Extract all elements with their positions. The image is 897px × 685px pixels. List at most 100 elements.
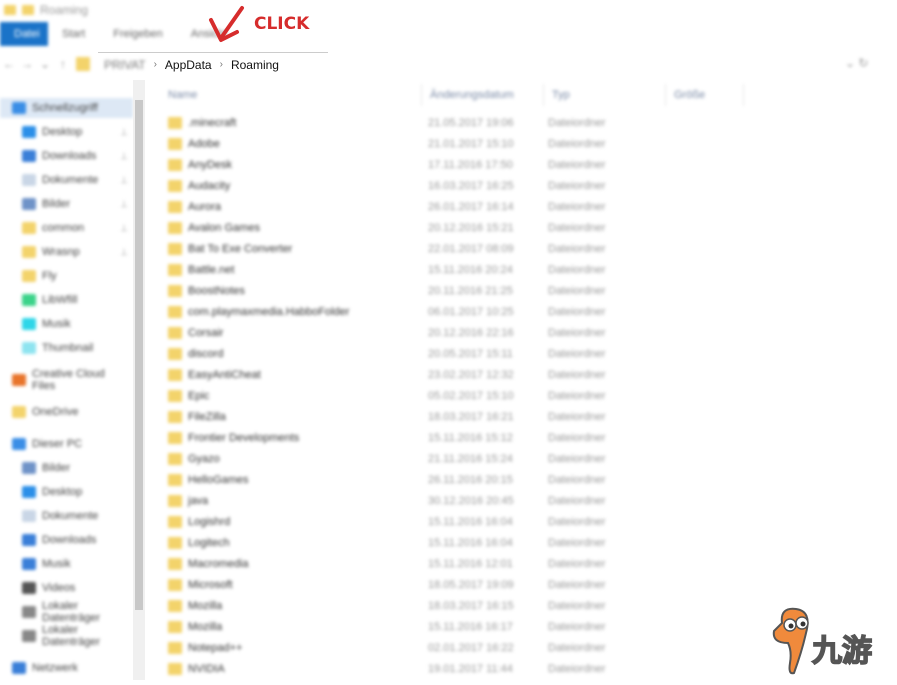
column-date[interactable]: Änderungsdatum xyxy=(422,84,544,106)
breadcrumb-roaming[interactable]: Roaming xyxy=(231,58,279,72)
quick-access-icon[interactable] xyxy=(22,5,34,15)
sidebar-item[interactable]: Wrasnp ⊥ xyxy=(22,242,132,262)
file-date: 15.11.2016 16:17 xyxy=(428,621,513,633)
sidebar-item[interactable]: Musik xyxy=(22,314,132,334)
file-type: Dateiordner xyxy=(548,579,606,591)
sidebar-item[interactable]: Downloads ⊥ xyxy=(22,146,132,166)
sidebar-item[interactable]: LibWfill xyxy=(22,290,132,310)
file-row[interactable]: Logishrd 15.11.2016 16:04 Dateiordner xyxy=(168,512,768,532)
breadcrumb-appdata[interactable]: AppData xyxy=(165,58,212,72)
recent-icon[interactable]: ⌄ xyxy=(36,57,54,71)
file-name: Battle.net xyxy=(188,264,235,276)
file-row[interactable]: Frontier Developments 15.11.2016 15:12 Dat… xyxy=(168,428,768,448)
address-bar[interactable]: PRIVAT › AppData › Roaming xyxy=(98,52,328,76)
up-icon[interactable]: ↑ xyxy=(54,57,72,71)
column-type[interactable]: Typ xyxy=(544,84,666,106)
file-row[interactable]: Mozilla 18.03.2017 16:15 Dateiordner xyxy=(168,596,768,616)
file-row[interactable]: FileZilla 18.03.2017 16:21 Dateiordner xyxy=(168,407,768,427)
file-name: com.playmaxmedia.HabboFolder xyxy=(188,306,350,318)
sidebar-item[interactable]: Downloads xyxy=(22,530,132,550)
tab-share[interactable]: Freigeben xyxy=(99,22,177,46)
file-row[interactable]: .minecraft 21.05.2017 19:06 Dateiordner xyxy=(168,113,768,133)
file-type: Dateiordner xyxy=(548,285,606,297)
file-row[interactable]: Adobe 21.01.2017 15:10 Dateiordner xyxy=(168,134,768,154)
file-row[interactable]: HelloGames 26.11.2016 20:15 Dateiordner xyxy=(168,470,768,490)
refresh-icon[interactable]: ⌄ ↻ xyxy=(845,56,868,70)
file-row[interactable]: com.playmaxmedia.HabboFolder 06.01.2017 1… xyxy=(168,302,768,322)
file-row[interactable]: Aurora 26.01.2017 16:14 Dateiordner xyxy=(168,197,768,217)
pin-icon: ⊥ xyxy=(120,198,128,209)
sidebar-item[interactable]: Desktop ⊥ xyxy=(22,122,132,142)
sidebar-item[interactable]: Fly xyxy=(22,266,132,286)
column-size[interactable]: Größe xyxy=(666,84,744,106)
sidebar-item[interactable]: Lokaler Datenträger xyxy=(22,600,132,624)
sidebar-item[interactable]: Thumbnail xyxy=(22,338,132,358)
sidebar-item[interactable]: Musik xyxy=(22,554,132,574)
file-row[interactable]: Notepad++ 02.01.2017 16:22 Dateiordner xyxy=(168,638,768,658)
file-type: Dateiordner xyxy=(548,138,606,150)
sidebar-item-icon xyxy=(22,126,36,138)
sidebar-item[interactable]: Dieser PC xyxy=(12,434,122,454)
file-row[interactable]: java 30.12.2016 20:45 Dateiordner xyxy=(168,491,768,511)
breadcrumb-privat[interactable]: PRIVAT xyxy=(104,58,146,72)
sidebar-item-icon xyxy=(12,374,26,386)
file-row[interactable]: NVIDIA 19.01.2017 11:44 Dateiordner xyxy=(168,659,768,679)
sidebar-item[interactable]: Dokumente xyxy=(22,506,132,526)
pin-icon: ⊥ xyxy=(120,126,128,137)
chevron-right-icon[interactable]: › xyxy=(154,59,157,70)
file-row[interactable]: Audacity 16.03.2017 16:25 Dateiordner xyxy=(168,176,768,196)
file-row[interactable]: Battle.net 15.11.2016 20:24 Dateiordner xyxy=(168,260,768,280)
sidebar-scrollbar-thumb[interactable] xyxy=(135,100,143,610)
file-type: Dateiordner xyxy=(548,369,606,381)
sidebar-item[interactable]: Bilder xyxy=(22,458,132,478)
file-row[interactable]: Mozilla 15.11.2016 16:17 Dateiordner xyxy=(168,617,768,637)
file-name: Bat To Exe Converter xyxy=(188,243,293,255)
tab-file[interactable]: Datei xyxy=(0,22,48,46)
file-row[interactable]: BoostNotes 20.11.2016 21:25 Dateiordner xyxy=(168,281,768,301)
file-row[interactable]: Macromedia 15.11.2016 12:01 Dateiordner xyxy=(168,554,768,574)
file-row[interactable]: Corsair 20.12.2016 22:16 Dateiordner xyxy=(168,323,768,343)
sidebar-item-icon xyxy=(22,318,36,330)
sidebar-item[interactable]: Videos xyxy=(22,578,132,598)
sidebar-item-label: Downloads xyxy=(42,534,97,546)
sidebar-item-icon xyxy=(22,270,36,282)
column-name[interactable]: Name xyxy=(160,84,422,106)
file-row[interactable]: EasyAntiCheat 23.02.2017 12:32 Dateiordner xyxy=(168,365,768,385)
file-row[interactable]: discord 20.05.2017 15:11 Dateiordner xyxy=(168,344,768,364)
file-type: Dateiordner xyxy=(548,453,606,465)
sidebar-item[interactable]: Dokumente ⊥ xyxy=(22,170,132,190)
sidebar-item[interactable]: Lokaler Datenträger xyxy=(22,624,132,648)
folder-icon xyxy=(168,411,182,423)
file-row[interactable]: Epic 05.02.2017 15:10 Dateiordner xyxy=(168,386,768,406)
sidebar-item[interactable]: OneDrive xyxy=(12,402,122,422)
file-row[interactable]: Bat To Exe Converter 22.01.2017 08:09 Date… xyxy=(168,239,768,259)
back-icon[interactable]: ← xyxy=(0,57,18,71)
folder-icon xyxy=(168,138,182,150)
file-row[interactable]: AnyDesk 17.11.2016 17:50 Dateiordner xyxy=(168,155,768,175)
folder-icon xyxy=(168,117,182,129)
file-type: Dateiordner xyxy=(548,495,606,507)
sidebar-item[interactable]: Creative Cloud Files xyxy=(12,368,122,392)
sidebar-item-icon xyxy=(22,486,36,498)
file-type: Dateiordner xyxy=(548,201,606,213)
file-name: Microsoft xyxy=(188,579,233,591)
sidebar-item-label: LibWfill xyxy=(42,294,78,306)
file-name: Adobe xyxy=(188,138,220,150)
file-row[interactable]: Logitech 15.11.2016 16:04 Dateiordner xyxy=(168,533,768,553)
file-row[interactable]: Gyazo 21.11.2016 15:24 Dateiordner xyxy=(168,449,768,469)
folder-icon xyxy=(76,57,90,71)
file-row[interactable]: Microsoft 18.05.2017 19:09 Dateiordner xyxy=(168,575,768,595)
sidebar-item[interactable]: common ⊥ xyxy=(22,218,132,238)
file-row[interactable]: Avalon Games 20.12.2016 15:21 Dateiordner xyxy=(168,218,768,238)
tab-home[interactable]: Start xyxy=(48,22,99,46)
forward-icon[interactable]: → xyxy=(18,57,36,71)
sidebar-item[interactable]: Bilder ⊥ xyxy=(22,194,132,214)
folder-icon xyxy=(168,558,182,570)
file-name: HelloGames xyxy=(188,474,249,486)
column-headers: Name Änderungsdatum Typ Größe xyxy=(160,84,760,106)
sidebar-item-icon xyxy=(12,662,26,674)
chevron-right-icon[interactable]: › xyxy=(220,59,223,70)
sidebar-item[interactable]: Netzwerk xyxy=(12,658,122,678)
sidebar-item[interactable]: Schnellzugriff xyxy=(0,98,133,118)
sidebar-item[interactable]: Desktop xyxy=(22,482,132,502)
